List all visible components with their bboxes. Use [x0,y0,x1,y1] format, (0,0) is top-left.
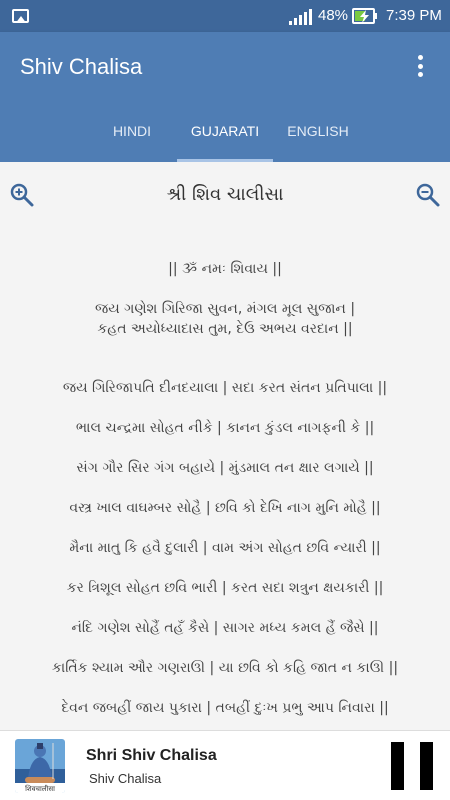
track-subtitle: Shiv Chalisa [89,771,162,786]
verse: કાર્તિક શ્યામ ઔર ગણરાઊ | યા છવિ કો કહિ જ… [0,658,450,678]
verse-line: કહત અયોધ્યાદાસ તુમ, દેઉ અભય વરદાન || [97,321,353,337]
zoom-out-icon[interactable] [415,182,441,208]
verse: દેવન જબહીં જાય પુકારા | તબહીં દુઃખ પ્રભુ… [0,698,450,718]
verse-line: નંદિ ગણેશ સોહૈં તહઁ કૈસે | સાગર મધ્ય કમલ… [71,620,379,636]
verse: કર ત્રિશૂલ સોહત છવિ ભારી | કરત સદા શત્રુ… [0,578,450,598]
verse-line: સંગ ગૌર સિર ગંગ બહાયે | મુંડમાલ તન ક્ષાર… [76,460,374,476]
verse: જય ગણેશ ગિરિજા સુવન, મંગલ મૂલ સુજાન | કહ… [0,299,450,339]
album-caption: शिवचालीसा [25,784,55,793]
track-title[interactable]: Shri Shiv Chalisa [86,747,217,765]
page-title: શ્રી શિવ ચાલીસા [166,184,284,205]
album-art[interactable]: शिवचालीसा [15,739,65,793]
tab-bar: HINDI GUJARATI ENGLISH [0,112,450,162]
verse: || ૐ નમઃ શિવાય || [0,259,450,279]
verse: ભાલ ચન્દ્રમા સોહત નીકે | કાનન કુંડલ નાગફ… [0,418,450,438]
verse-line: કાર્તિક શ્યામ ઔર ગણરાઊ | યા છવિ કો કહિ જ… [51,660,399,676]
verse-line: ભાલ ચન્દ્રમા સોહત નીકે | કાનન કુંડલ નાગફ… [75,420,375,436]
tab-english[interactable]: ENGLISH [278,112,358,162]
tab-gujarati[interactable]: GUJARATI [177,112,273,162]
app-bar: Shiv Chalisa HINDI GUJARATI ENGLISH [0,32,450,162]
lyrics-content[interactable]: શ્રી શિવ ચાલીસા || ૐ નમઃ શિવાય || જય ગણે… [0,162,450,730]
verse-line: જય ગણેશ ગિરિજા સુવન, મંગલ મૂલ સુજાન | [94,301,356,317]
verse-line: || ૐ નમઃ શિવાય || [168,261,282,277]
music-player[interactable]: शिवचालीसा Shri Shiv Chalisa Shiv Chalisa [0,730,450,800]
verse: મૈના માતુ કિ હવૈ દુલારી | વામ અંગ સોહત છ… [0,538,450,558]
verse-line: જય ગિરિજાપતિ દીનદયાલા | સદા કરત સંતન પ્ર… [62,380,388,396]
verse-line: કર ત્રિશૂલ સોહત છવિ ભારી | કરત સદા શત્રુ… [66,580,384,596]
verse-line: વસ્ત્ર ખાલ વાઘમ્બર સોહૈ | છવિ કો દેખિ ના… [69,500,381,516]
more-vert-icon[interactable] [408,52,432,80]
signal-icon [289,9,312,25]
status-bar: 48% 7:39 PM [0,0,450,32]
verse: વસ્ત્ર ખાલ વાઘમ્બર સોહૈ | છવિ કો દેખિ ના… [0,498,450,518]
tab-hindi[interactable]: HINDI [92,112,172,162]
verse: સંગ ગૌર સિર ગંગ બહાયે | મુંડમાલ તન ક્ષાર… [0,458,450,478]
battery-percentage: 48% [318,7,349,24]
pause-icon[interactable] [391,742,433,790]
verse-line: દેવન જબહીં જાય પુકારા | તબહીં દુઃખ પ્રભુ… [61,700,389,716]
gallery-icon [12,9,29,23]
zoom-in-icon[interactable] [9,182,35,208]
verse-line: મૈના માતુ કિ હવૈ દુલારી | વામ અંગ સોહત છ… [69,540,381,556]
clock: 7:39 PM [386,7,442,24]
verse: જય ગિરિજાપતિ દીનદયાલા | સદા કરત સંતન પ્ર… [0,378,450,398]
verse: નંદિ ગણેશ સોહૈં તહઁ કૈસે | સાગર મધ્ય કમલ… [0,618,450,638]
battery-charging-icon [352,8,377,24]
app-title: Shiv Chalisa [20,54,143,79]
